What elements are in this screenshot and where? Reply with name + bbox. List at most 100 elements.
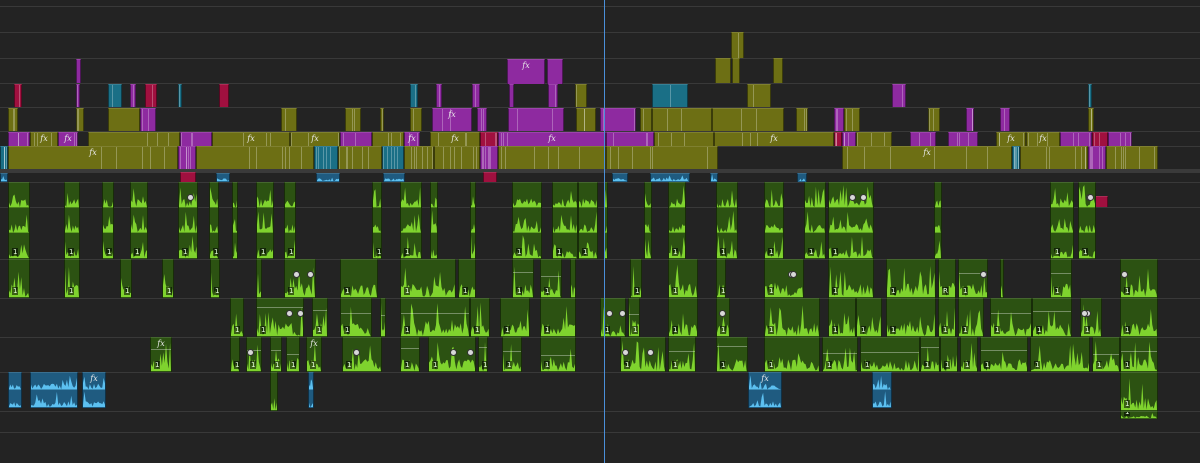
audio-clip[interactable]: 1 (1050, 259, 1072, 298)
audio-clip[interactable]: 1 (372, 182, 382, 259)
video-clip[interactable] (1088, 146, 1106, 169)
audio-clip[interactable]: 1 (64, 182, 80, 259)
audio-clip[interactable]: 1 (1120, 259, 1158, 298)
volume-rubber-band[interactable] (513, 272, 533, 273)
keyframe-icon[interactable] (620, 311, 625, 316)
audio-clip[interactable]: 1 (284, 259, 316, 298)
audio-clip[interactable]: 1 (1120, 372, 1158, 411)
audio-clip[interactable]: 1 (828, 298, 856, 337)
volume-rubber-band[interactable] (257, 307, 303, 308)
video-clip[interactable] (434, 146, 480, 169)
audio-clip[interactable]: 1 (478, 337, 488, 372)
audio-clip[interactable]: 1 (400, 182, 422, 259)
video-clip[interactable] (1020, 146, 1088, 169)
audio-clip[interactable] (8, 372, 22, 408)
audio-clip[interactable]: fx 1 (150, 337, 172, 372)
video-clip[interactable] (338, 146, 382, 169)
audio-clip[interactable]: 1 (64, 259, 80, 298)
audio-clip[interactable]: 1 (668, 182, 686, 259)
keyframe-icon[interactable] (720, 311, 725, 316)
audio-clip[interactable]: R (938, 259, 956, 298)
audio-clip[interactable] (216, 173, 230, 182)
video-clip[interactable] (380, 108, 384, 131)
video-clip[interactable] (180, 132, 212, 146)
keyframe-icon[interactable] (1082, 311, 1087, 316)
volume-rubber-band[interactable] (541, 355, 575, 356)
volume-rubber-band[interactable] (313, 310, 327, 311)
video-clip[interactable] (410, 84, 418, 107)
keyframe-icon[interactable] (850, 195, 855, 200)
video-clip[interactable] (140, 108, 156, 131)
video-clip[interactable] (1088, 84, 1092, 107)
video-clip[interactable] (606, 132, 654, 146)
playhead-icon[interactable] (604, 0, 605, 463)
audio-clip[interactable]: 1 (958, 298, 984, 337)
video-clip[interactable] (1000, 108, 1010, 131)
audio-clip[interactable]: 1 (1030, 337, 1090, 372)
video-clip[interactable]: fx (432, 108, 472, 131)
audio-clip[interactable]: 1 (162, 259, 174, 298)
video-clip[interactable]: fx (430, 132, 480, 146)
audio-clip[interactable]: 1 (938, 298, 956, 337)
video-clip[interactable] (14, 84, 22, 107)
volume-rubber-band[interactable] (1093, 354, 1119, 355)
audio-clip[interactable] (308, 372, 314, 408)
audio-clip[interactable]: 1 (628, 298, 640, 337)
volume-rubber-band[interactable] (981, 350, 1027, 351)
video-clip[interactable] (480, 132, 498, 146)
audio-clip[interactable]: fx 1 (306, 337, 322, 372)
video-clip[interactable] (966, 108, 974, 131)
video-clip[interactable] (340, 132, 372, 146)
video-clip[interactable] (1108, 132, 1132, 146)
audio-clip[interactable]: 1 (540, 259, 562, 298)
audio-clip[interactable] (872, 372, 892, 408)
video-clip[interactable] (410, 108, 422, 131)
timeline-panel[interactable]: fx fx fx fx fx fx fx fx fx fx fx fx fx fx 1 1 1 1 1 1 1 1 1 1 1 1… (0, 0, 1200, 463)
audio-clip[interactable]: 1 (270, 337, 282, 372)
keyframe-icon[interactable] (294, 272, 299, 277)
audio-clip[interactable]: 1 (340, 298, 372, 337)
volume-rubber-band[interactable] (921, 347, 939, 348)
audio-clip[interactable] (30, 372, 78, 408)
audio-clip[interactable]: 1 (209, 182, 219, 259)
audio-clip[interactable] (797, 173, 807, 182)
audio-clip[interactable]: 1 (178, 182, 198, 259)
audio-clip[interactable]: 1 (500, 298, 530, 337)
audio-clip[interactable]: 1 (764, 259, 804, 298)
audio-clip[interactable] (570, 259, 576, 298)
video-clip[interactable] (575, 84, 587, 107)
audio-clip[interactable] (316, 173, 340, 182)
video-clip[interactable] (652, 108, 712, 131)
video-clip[interactable] (1092, 132, 1108, 146)
audio-clip[interactable]: 1 (668, 298, 698, 337)
volume-rubber-band[interactable] (541, 276, 561, 277)
video-clip[interactable] (712, 108, 784, 131)
audio-clip[interactable]: 1 (230, 298, 244, 337)
audio-clip[interactable]: 1 (342, 337, 382, 372)
video-clip[interactable] (1012, 146, 1020, 169)
audio-clip[interactable]: 1 (1032, 298, 1072, 337)
video-clip[interactable] (480, 146, 498, 169)
audio-clip[interactable]: 1 (886, 298, 936, 337)
video-clip[interactable] (508, 108, 564, 131)
audio-clip[interactable]: 1 (400, 298, 470, 337)
audio-clip[interactable] (1000, 259, 1004, 298)
video-clip[interactable] (0, 146, 8, 169)
video-clip[interactable] (108, 84, 122, 107)
audio-clip[interactable]: 1 (668, 337, 696, 372)
video-clip[interactable] (372, 132, 404, 146)
video-clip[interactable] (842, 132, 856, 146)
video-clip[interactable] (76, 59, 81, 83)
volume-rubber-band[interactable] (287, 354, 299, 355)
video-clip[interactable]: fx (404, 132, 420, 146)
video-clip[interactable] (180, 172, 196, 182)
audio-clip[interactable] (710, 173, 718, 182)
audio-clip[interactable]: 1 (230, 337, 240, 372)
audio-clip[interactable]: 1 (764, 298, 820, 337)
audio-clip[interactable] (430, 182, 438, 259)
audio-clip[interactable]: 1 (828, 182, 874, 259)
audio-clip[interactable]: 1 (512, 259, 534, 298)
keyframe-icon[interactable] (981, 272, 986, 277)
audio-clip[interactable]: 1 (856, 298, 882, 337)
video-clip[interactable] (652, 84, 688, 107)
